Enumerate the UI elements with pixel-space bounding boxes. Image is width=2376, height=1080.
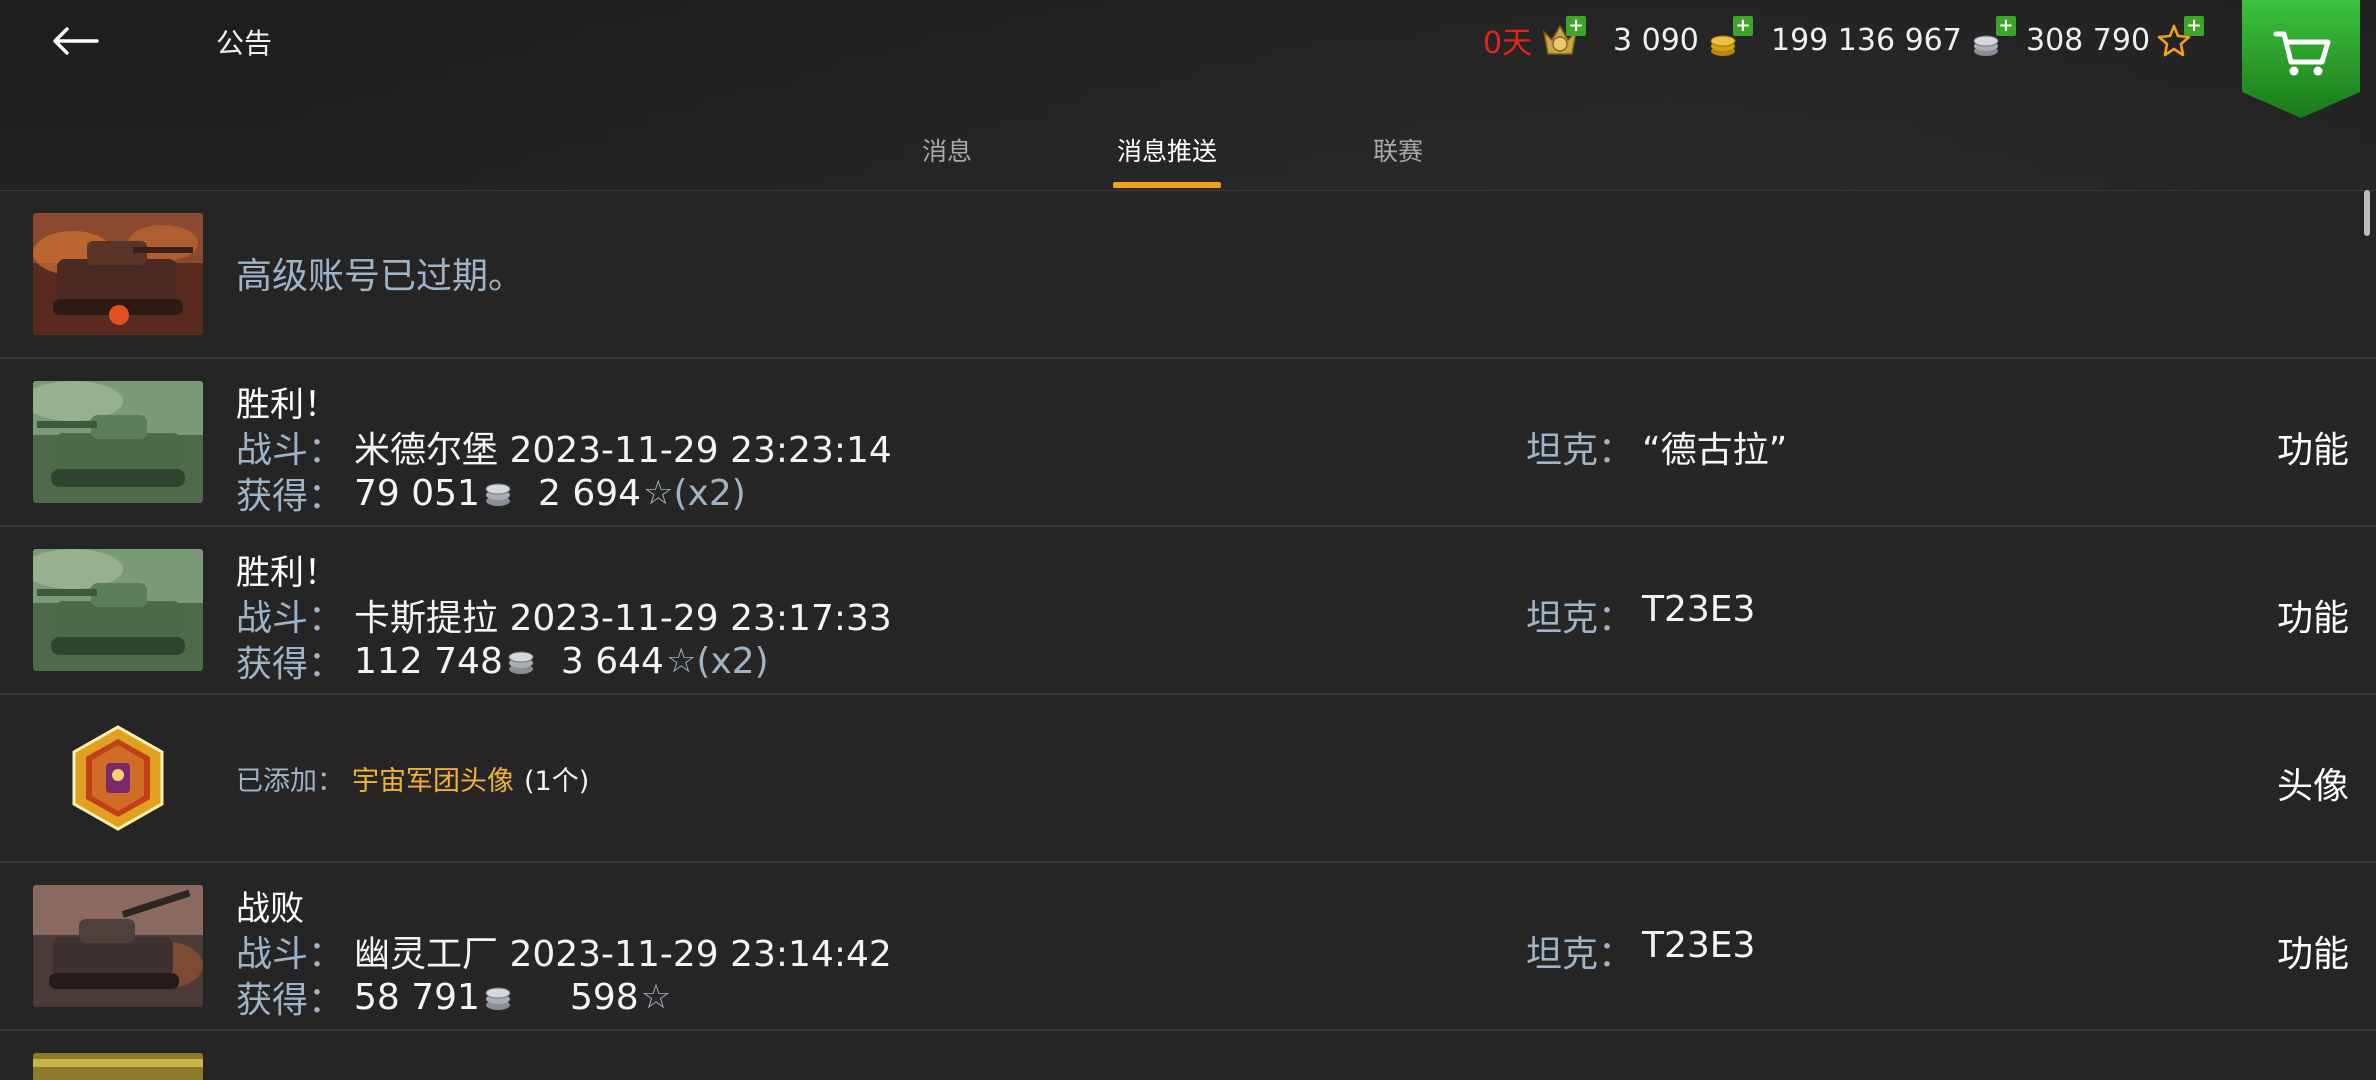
active-tab-indicator [1113, 182, 1221, 188]
tank-victory-thumbnail [33, 381, 203, 503]
function-button[interactable]: 功能 [2277, 421, 2349, 473]
tank-victory-thumbnail [33, 549, 203, 671]
list-item[interactable] [0, 1031, 2376, 1080]
tank-defeat-thumbnail [33, 885, 203, 1007]
premium-days-value: 0天 [1483, 26, 1533, 61]
add-free-xp-badge: + [2184, 16, 2205, 36]
add-premium-badge: + [1566, 16, 1587, 36]
gold-value: 3 090 [1613, 22, 1699, 58]
tank-label: 坦克： [1526, 430, 1635, 471]
list-scrollbar[interactable] [2364, 190, 2370, 236]
avatar-added-line: 已添加： 宇宙军团头像 (1个) [236, 759, 589, 798]
message-title: 胜利！ [236, 553, 338, 593]
credits-value: 112 748 [354, 640, 503, 682]
tab-notifications[interactable]: 消息推送 [1113, 132, 1221, 168]
list-item[interactable]: 高级账号已过期。 [0, 191, 2376, 359]
earned-label: 获得： [236, 644, 345, 685]
avatar-button[interactable]: 头像 [2277, 757, 2349, 809]
function-button[interactable]: 功能 [2277, 589, 2349, 641]
function-button[interactable]: 功能 [2277, 925, 2349, 977]
add-gold-badge: + [1732, 16, 1753, 36]
avatar-item-name: 宇宙军团头像 [352, 766, 514, 797]
message-title: 战败 [236, 889, 304, 929]
xp-value: 598 [569, 976, 639, 1018]
list-item[interactable]: 已添加： 宇宙军团头像 (1个) 头像 [0, 695, 2376, 863]
tank-label: 坦克： [1526, 934, 1635, 975]
xp-star-icon: ☆ [640, 977, 672, 1017]
earned-label: 获得： [236, 476, 345, 517]
notification-list: 高级账号已过期。 胜利！ 战斗： 米德尔堡 2023-11-29 23:23:1… [0, 190, 2376, 1080]
battle-label: 战斗： [236, 934, 345, 975]
battle-label: 战斗： [236, 598, 345, 639]
tank-value: T23E3 [1642, 589, 1756, 630]
battle-value: 卡斯提拉 2023-11-29 23:17:33 [354, 598, 892, 639]
premium-account-counter[interactable]: 0天 + [1483, 16, 1587, 61]
earned-line: 获得： 58 791 598 ☆ [236, 971, 671, 1023]
back-button[interactable] [40, 14, 110, 68]
free-xp-value: 308 790 [2026, 22, 2151, 58]
tab-league[interactable]: 联赛 [1370, 132, 1426, 168]
gold-counter[interactable]: 3 090 + [1613, 16, 1753, 60]
silver-counter[interactable]: 199 136 967 + [1771, 16, 2016, 60]
tank-value: T23E3 [1642, 925, 1756, 966]
credits-value: 58 791 [354, 976, 480, 1018]
silver-coins-icon [508, 651, 534, 674]
add-silver-badge: + [1995, 16, 2016, 36]
xp-value: 3 644 [560, 640, 664, 682]
battle-value: 米德尔堡 2023-11-29 23:23:14 [354, 430, 892, 471]
tab-messages[interactable]: 消息 [913, 132, 981, 168]
message-title: 胜利！ [236, 385, 338, 425]
tank-value: “德古拉” [1642, 430, 1788, 471]
added-label: 已添加： [236, 766, 344, 797]
battle-label: 战斗： [236, 430, 345, 471]
page-title: 公告 [216, 27, 273, 60]
battle-line: 战斗： 米德尔堡 2023-11-29 23:23:14 [236, 421, 892, 473]
silver-value: 199 136 967 [1771, 22, 1962, 58]
earned-line: 获得： 112 748 3 644 ☆ (x2) [236, 635, 769, 687]
battle-line: 战斗： 卡斯提拉 2023-11-29 23:17:33 [236, 589, 892, 641]
shop-cart-button[interactable] [2242, 0, 2360, 118]
battle-line: 战斗： 幽灵工厂 2023-11-29 23:14:42 [236, 925, 892, 977]
xp-star-icon: ☆ [665, 641, 697, 681]
silver-coins-icon [485, 483, 511, 506]
cart-icon [2242, 0, 2360, 118]
silver-coins-icon: + [1968, 16, 2016, 60]
avatar-count: (1个) [524, 766, 590, 797]
tank-label: 坦克： [1526, 598, 1635, 639]
list-item[interactable]: 胜利！ 战斗： 米德尔堡 2023-11-29 23:23:14 获得： 79 … [0, 359, 2376, 527]
free-xp-counter[interactable]: 308 790 + [2026, 16, 2205, 60]
partial-thumbnail [33, 1053, 203, 1080]
battle-value: 幽灵工厂 2023-11-29 23:14:42 [354, 934, 892, 975]
avatar-badge-icon [66, 723, 170, 833]
list-item[interactable]: 胜利！ 战斗： 卡斯提拉 2023-11-29 23:17:33 获得： 112… [0, 527, 2376, 695]
silver-coins-icon [485, 987, 511, 1010]
xp-value: 2 694 [537, 472, 642, 514]
list-item[interactable]: 战败 战斗： 幽灵工厂 2023-11-29 23:14:42 获得： 58 7… [0, 863, 2376, 1031]
tab-bar: 消息 消息推送 联赛 [0, 120, 2376, 190]
xp-star-icon: ☆ [643, 473, 674, 513]
xp-multiplier: (x2) [696, 640, 769, 682]
credits-value: 79 051 [354, 472, 480, 514]
star-icon: + [2156, 16, 2205, 60]
xp-multiplier: (x2) [673, 472, 746, 514]
earned-label: 获得： [236, 980, 345, 1021]
back-arrow-icon [53, 27, 99, 55]
gold-coins-icon: + [1705, 16, 1753, 60]
top-bar: 公告 0天 + 3 090 + 199 136 967 + 308 790 + [0, 0, 2376, 118]
premium-icon: + [1538, 16, 1587, 60]
earned-line: 获得： 79 051 2 694 ☆ (x2) [236, 467, 746, 519]
burning-tank-thumbnail [33, 213, 203, 335]
message-text: 高级账号已过期。 [236, 256, 525, 297]
